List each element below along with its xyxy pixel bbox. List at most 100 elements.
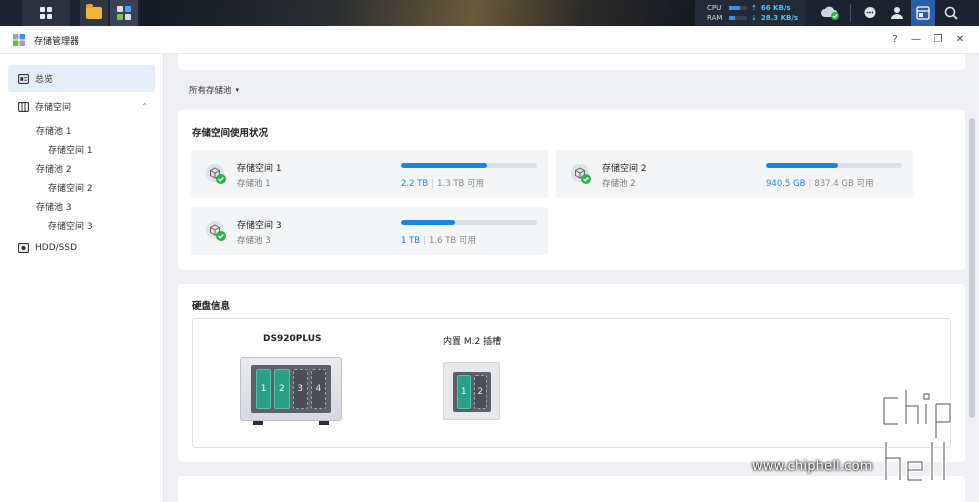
volume-free: 1.6 TB 可用 [429, 236, 476, 246]
nas-bays: 1 2 3 4 [251, 365, 331, 413]
sidebar-item-pool-3[interactable]: 存储池 3 [36, 200, 72, 213]
top-panel-edge [178, 54, 965, 70]
chevron-up-icon[interactable]: ⌃ [141, 102, 148, 111]
chat-bubble-icon [864, 7, 876, 18]
disk-info-title: 硬盘信息 [192, 301, 231, 312]
volume-usage-bar [766, 163, 902, 168]
ram-bar [729, 16, 747, 20]
chiphell-logo [882, 388, 952, 482]
volume-used: 940.5 GB [766, 179, 806, 189]
m2-slot-module: 1 2 [443, 362, 500, 420]
window-title: 存储管理器 [34, 37, 80, 47]
main-content: 所有存储池 ▾ 存储空间使用状况 存储空间 1 存储池 1 2.2 TB | 1.3… [164, 54, 979, 502]
storage-manager-taskbar-button[interactable] [110, 0, 138, 26]
volume-card-1[interactable]: 存储空间 1 存储池 1 2.2 TB | 1.3 TB 可用 [191, 150, 548, 198]
volume-usage-text: 1 TB | 1.6 TB 可用 [401, 236, 476, 246]
volume-card-3[interactable]: 存储空间 3 存储池 3 1 TB | 1.6 TB 可用 [191, 207, 548, 255]
m2-slot-2[interactable]: 2 [473, 375, 487, 409]
search-button[interactable] [939, 0, 963, 26]
user-icon [891, 7, 903, 19]
user-button[interactable] [885, 0, 909, 26]
folder-icon [86, 4, 102, 19]
volume-usage-text: 940.5 GB | 837.4 GB 可用 [766, 179, 874, 189]
volume-usage-bar [401, 163, 537, 168]
volume-name: 存储空间 3 [237, 221, 282, 231]
sidebar-item-volume-1[interactable]: 存储空间 1 [48, 143, 93, 156]
overview-icon [18, 73, 29, 84]
cpu-bar [729, 6, 747, 10]
minimize-button[interactable]: — [909, 32, 923, 46]
widgets-icon [916, 6, 930, 20]
sidebar-item-label: 总览 [35, 75, 54, 85]
pool-filter-dropdown[interactable]: 所有存储池 ▾ [189, 84, 239, 96]
widgets-button[interactable] [911, 0, 935, 26]
volume-used: 1 TB [401, 236, 421, 246]
main-menu-button[interactable] [22, 0, 70, 26]
nas-foot [319, 421, 329, 425]
volume-healthy-icon [571, 164, 591, 184]
volume-free: 1.3 TB 可用 [437, 179, 485, 189]
restore-button[interactable]: ❐ [931, 32, 945, 46]
sidebar-item-label: HDD/SSD [35, 243, 78, 253]
ram-arrow-icon: ⇣ [751, 14, 757, 22]
ram-label: RAM [707, 14, 723, 22]
window-titlebar[interactable]: 存储管理器 ? — ❐ ✕ [0, 26, 979, 54]
caret-down-icon: ▾ [235, 86, 240, 94]
wallpaper-strip [140, 0, 695, 26]
vertical-scrollbar[interactable] [969, 118, 975, 418]
storage-manager-icon [117, 6, 131, 20]
m2-slots: 1 2 [453, 372, 491, 412]
sidebar-item-volume-3[interactable]: 存储空间 3 [48, 219, 93, 232]
volume-usage-panel: 存储空间使用状况 存储空间 1 存储池 1 2.2 TB|1.3 TB 可用 [178, 110, 965, 270]
disk-layout-box: DS920PLUS 1 2 3 4 内置 M.2 插槽 1 2 [192, 318, 951, 448]
sidebar-item-pool-1[interactable]: 存储池 1 [36, 124, 72, 137]
volume-pool: 存储池 1 [237, 179, 271, 189]
m2-slot-title: 内置 M.2 插槽 [443, 337, 502, 347]
volume-pool: 存储池 3 [237, 236, 271, 246]
sidebar: 总览 存储空间 ⌃ 存储池 1 存储空间 1 存储池 2 存储空间 2 存储池 … [0, 54, 164, 502]
file-station-button[interactable] [80, 0, 108, 26]
volume-card-2[interactable]: 存储空间 2 存储池 2 940.5 GB | 837.4 GB 可用 [556, 150, 913, 198]
sidebar-item-label: 存储空间 [35, 103, 72, 113]
cpu-value: 66 KB/s [760, 4, 791, 12]
cpu-arrow-icon: ⇡ [751, 4, 757, 12]
ram-value: 28.3 KB/s [760, 14, 799, 22]
drive-bay-1[interactable]: 1 [256, 369, 272, 409]
storage-manager-app-icon [13, 34, 25, 46]
m2-slot-1[interactable]: 1 [457, 375, 471, 409]
taskbar: CPU ⇡ 66 KB/s RAM ⇣ 28.3 KB/s [0, 0, 979, 26]
apps-grid-icon [40, 7, 52, 19]
volume-healthy-icon [206, 221, 226, 241]
nas-foot [253, 421, 263, 425]
nas-chassis: 1 2 3 4 [240, 357, 342, 425]
next-panel-edge [178, 476, 965, 502]
drive-bay-4[interactable]: 4 [310, 369, 326, 409]
tray-divider [850, 4, 851, 22]
drive-bay-3[interactable]: 3 [292, 369, 308, 409]
cloud-check-icon [821, 6, 839, 20]
sidebar-item-hdd-ssd[interactable]: HDD/SSD [18, 243, 77, 253]
volume-healthy-icon [206, 164, 226, 184]
pool-filter-label: 所有存储池 [189, 86, 232, 96]
storage-manager-window: 存储管理器 ? — ❐ ✕ 总览 存储空间 ⌃ 存储池 1 存储空间 1 存储池… [0, 26, 979, 502]
volume-usage-text: 2.2 TB | 1.3 TB 可用 [401, 179, 485, 189]
watermark-url: www.chiphell.com [752, 459, 873, 474]
volume-name: 存储空间 2 [602, 164, 647, 174]
resource-monitor-widget[interactable]: CPU ⇡ 66 KB/s RAM ⇣ 28.3 KB/s [695, 0, 805, 26]
hdd-icon [18, 243, 29, 253]
sidebar-item-volume-2[interactable]: 存储空间 2 [48, 181, 93, 194]
volume-used: 2.2 TB [401, 179, 429, 189]
cpu-label: CPU [707, 4, 722, 12]
notifications-button[interactable] [858, 0, 882, 26]
volume-usage-title: 存储空间使用状况 [192, 128, 269, 139]
cloud-sync-button[interactable] [818, 0, 842, 26]
sidebar-item-pool-2[interactable]: 存储池 2 [36, 162, 72, 175]
close-button[interactable]: ✕ [953, 32, 967, 46]
search-icon [944, 6, 958, 20]
storage-icon [18, 101, 29, 112]
drive-bay-2[interactable]: 2 [274, 369, 290, 409]
sidebar-item-storage[interactable]: 存储空间 ⌃ [18, 100, 148, 113]
volume-usage-bar [401, 220, 537, 225]
help-button[interactable]: ? [888, 32, 902, 46]
sidebar-item-overview[interactable]: 总览 [8, 65, 155, 92]
